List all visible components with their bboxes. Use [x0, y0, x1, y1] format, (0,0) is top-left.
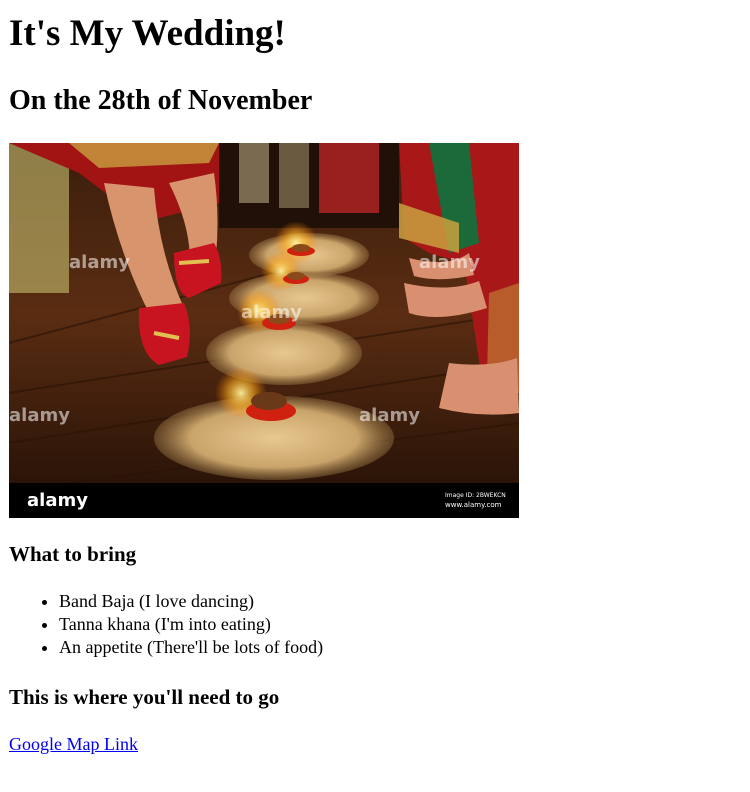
svg-text:alamy: alamy: [419, 252, 480, 273]
svg-text:www.alamy.com: www.alamy.com: [445, 501, 502, 509]
date-subtitle: On the 28th of November: [9, 85, 313, 116]
svg-text:alamy: alamy: [9, 405, 70, 426]
list-item: Band Baja (I love dancing): [59, 590, 323, 613]
svg-text:Image ID: 2BWEKCN: Image ID: 2BWEKCN: [445, 492, 506, 499]
bring-heading: What to bring: [9, 542, 137, 566]
google-map-link[interactable]: Google Map Link: [9, 733, 138, 756]
where-heading: This is where you'll need to go: [9, 685, 280, 709]
page-title: It's My Wedding!: [9, 13, 286, 54]
svg-text:alamy: alamy: [241, 302, 302, 323]
svg-text:alamy: alamy: [359, 405, 420, 426]
list-item: Tanna khana (I'm into eating): [59, 613, 323, 636]
svg-text:alamy: alamy: [69, 252, 130, 273]
list-item: An appetite (There'll be lots of food): [59, 636, 323, 659]
alamy-logo: alamy: [27, 490, 88, 511]
bring-list: Band Baja (I love dancing) Tanna khana (…: [9, 590, 323, 659]
wedding-photo: alamy alamy alamy alamy alamy alamy Imag…: [9, 143, 519, 518]
